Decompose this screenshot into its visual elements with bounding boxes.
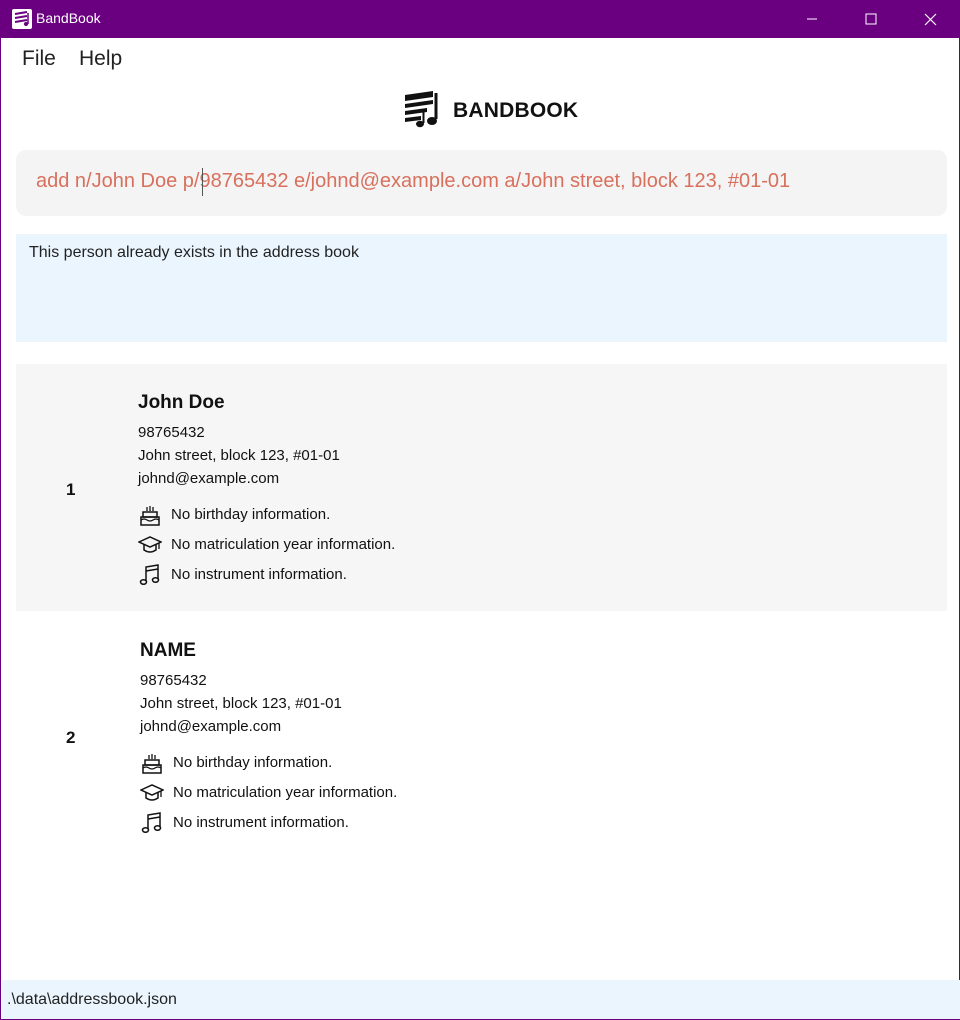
- logo-text: BANDBOOK: [453, 99, 579, 122]
- person-card[interactable]: 1 John Doe 98765432 John street, block 1…: [16, 364, 947, 611]
- person-name: John Doe: [138, 392, 225, 413]
- title-bar: BandBook: [1, 0, 960, 38]
- save-file-path: .\data\addressbook.json: [7, 991, 177, 1008]
- person-phone: 98765432: [138, 424, 205, 441]
- menu-bar: File Help: [2, 38, 960, 82]
- person-name: NAME: [140, 640, 196, 661]
- command-input[interactable]: add n/John Doe p/98765432 e/johnd@exampl…: [16, 150, 947, 216]
- music-notes-logo-icon: [403, 89, 441, 133]
- app-logo: BANDBOOK: [403, 91, 578, 131]
- person-index: 1: [66, 480, 76, 499]
- close-button[interactable]: [901, 0, 959, 38]
- person-email: johnd@example.com: [140, 718, 282, 735]
- menu-help[interactable]: Help: [79, 47, 122, 71]
- person-address: John street, block 123, #01-01: [140, 695, 342, 712]
- person-phone: 98765432: [140, 672, 207, 689]
- graduation-cap-icon: [138, 533, 162, 557]
- minimize-button[interactable]: [783, 0, 841, 38]
- person-matriculation: No matriculation year information.: [171, 536, 396, 553]
- window-title: BandBook: [36, 10, 101, 26]
- music-note-icon: [140, 811, 164, 835]
- maximize-button[interactable]: [842, 0, 900, 38]
- result-message: This person already exists in the addres…: [29, 244, 359, 261]
- person-index: 2: [66, 728, 76, 747]
- music-note-icon: [138, 563, 162, 587]
- maximize-icon: [865, 13, 877, 25]
- text-caret: [202, 168, 203, 196]
- close-icon: [924, 13, 937, 26]
- person-birthday: No birthday information.: [171, 506, 331, 523]
- person-instrument: No instrument information.: [171, 566, 347, 583]
- person-card[interactable]: 2 NAME 98765432 John street, block 123, …: [16, 612, 947, 859]
- graduation-cap-icon: [140, 781, 164, 805]
- minimize-icon: [806, 13, 818, 25]
- birthday-cake-icon: [138, 503, 162, 527]
- person-birthday: No birthday information.: [173, 754, 333, 771]
- status-bar: .\data\addressbook.json: [2, 980, 960, 1019]
- bandbook-logo-icon: [12, 9, 32, 29]
- person-email: johnd@example.com: [138, 470, 280, 487]
- result-display[interactable]: This person already exists in the addres…: [16, 234, 947, 342]
- command-input-text: add n/John Doe p/98765432 e/johnd@exampl…: [36, 170, 791, 192]
- birthday-cake-icon: [140, 751, 164, 775]
- bandbook-window: BandBook File Help BANDBOOK add n/John D…: [0, 0, 960, 1020]
- person-instrument: No instrument information.: [173, 814, 349, 831]
- person-address: John street, block 123, #01-01: [138, 447, 340, 464]
- menu-file[interactable]: File: [22, 47, 56, 71]
- person-matriculation: No matriculation year information.: [173, 784, 398, 801]
